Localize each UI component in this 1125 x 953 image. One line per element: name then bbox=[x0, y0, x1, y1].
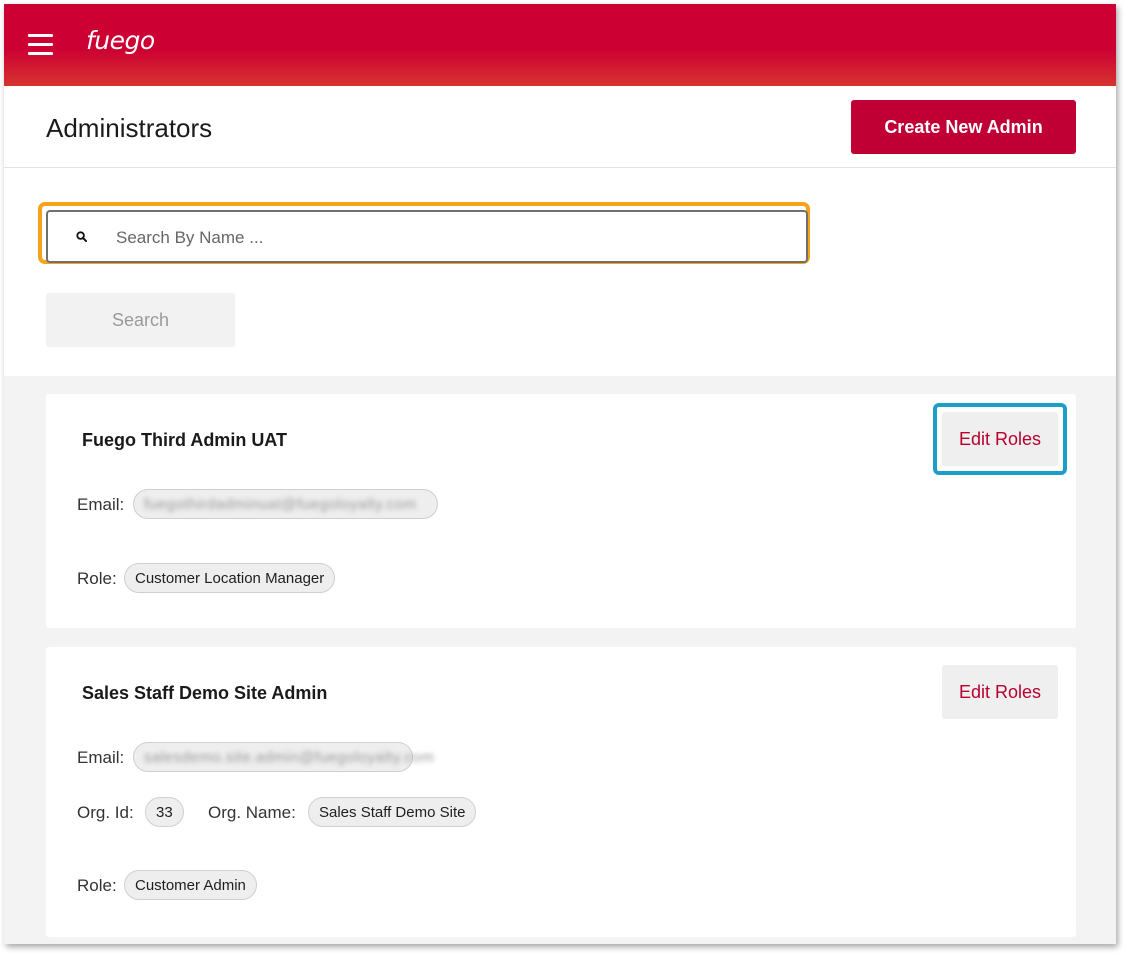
hamburger-menu-icon[interactable] bbox=[28, 34, 53, 56]
email-value: salesdemo.site.admin@fuegoloyalty.com bbox=[144, 749, 435, 766]
email-label: Email: bbox=[77, 748, 125, 767]
edit-roles-button[interactable]: Edit Roles bbox=[942, 665, 1058, 719]
admin-card: Fuego Third Admin UAT Edit Roles Email: … bbox=[46, 394, 1076, 628]
role-label: Role: bbox=[77, 569, 117, 588]
org-name-chip: Sales Staff Demo Site bbox=[308, 797, 477, 827]
search-field[interactable] bbox=[46, 210, 808, 263]
admin-name: Sales Staff Demo Site Admin bbox=[82, 683, 328, 703]
org-id-chip: 33 bbox=[145, 797, 184, 827]
org-name-label: Org. Name: bbox=[208, 803, 296, 822]
admin-name: Fuego Third Admin UAT bbox=[82, 430, 287, 450]
admin-card: Sales Staff Demo Site Admin Edit Roles E… bbox=[46, 647, 1076, 937]
app-window: fuego Administrators Create New Admin Se… bbox=[4, 4, 1116, 944]
edit-roles-button[interactable]: Edit Roles bbox=[942, 412, 1058, 466]
email-chip: fuegothirdadminuat@fuegoloyalty.com bbox=[133, 489, 438, 519]
search-button[interactable]: Search bbox=[46, 293, 235, 347]
top-bar: fuego bbox=[4, 4, 1116, 86]
search-icon bbox=[76, 231, 87, 242]
fuego-logo[interactable]: fuego bbox=[86, 26, 155, 55]
role-label: Role: bbox=[77, 876, 117, 895]
search-panel: Search bbox=[4, 168, 1116, 376]
email-label: Email: bbox=[77, 495, 125, 514]
page-title: Administrators bbox=[46, 113, 213, 143]
page-header: Administrators Create New Admin bbox=[4, 86, 1116, 168]
org-id-label: Org. Id: bbox=[77, 803, 134, 822]
role-chip: Customer Location Manager bbox=[124, 563, 336, 593]
email-value: fuegothirdadminuat@fuegoloyalty.com bbox=[144, 496, 417, 513]
search-input[interactable] bbox=[114, 224, 778, 252]
email-chip: salesdemo.site.admin@fuegoloyalty.com bbox=[133, 742, 434, 772]
role-chip: Customer Admin bbox=[124, 870, 257, 900]
create-new-admin-button[interactable]: Create New Admin bbox=[851, 100, 1076, 154]
